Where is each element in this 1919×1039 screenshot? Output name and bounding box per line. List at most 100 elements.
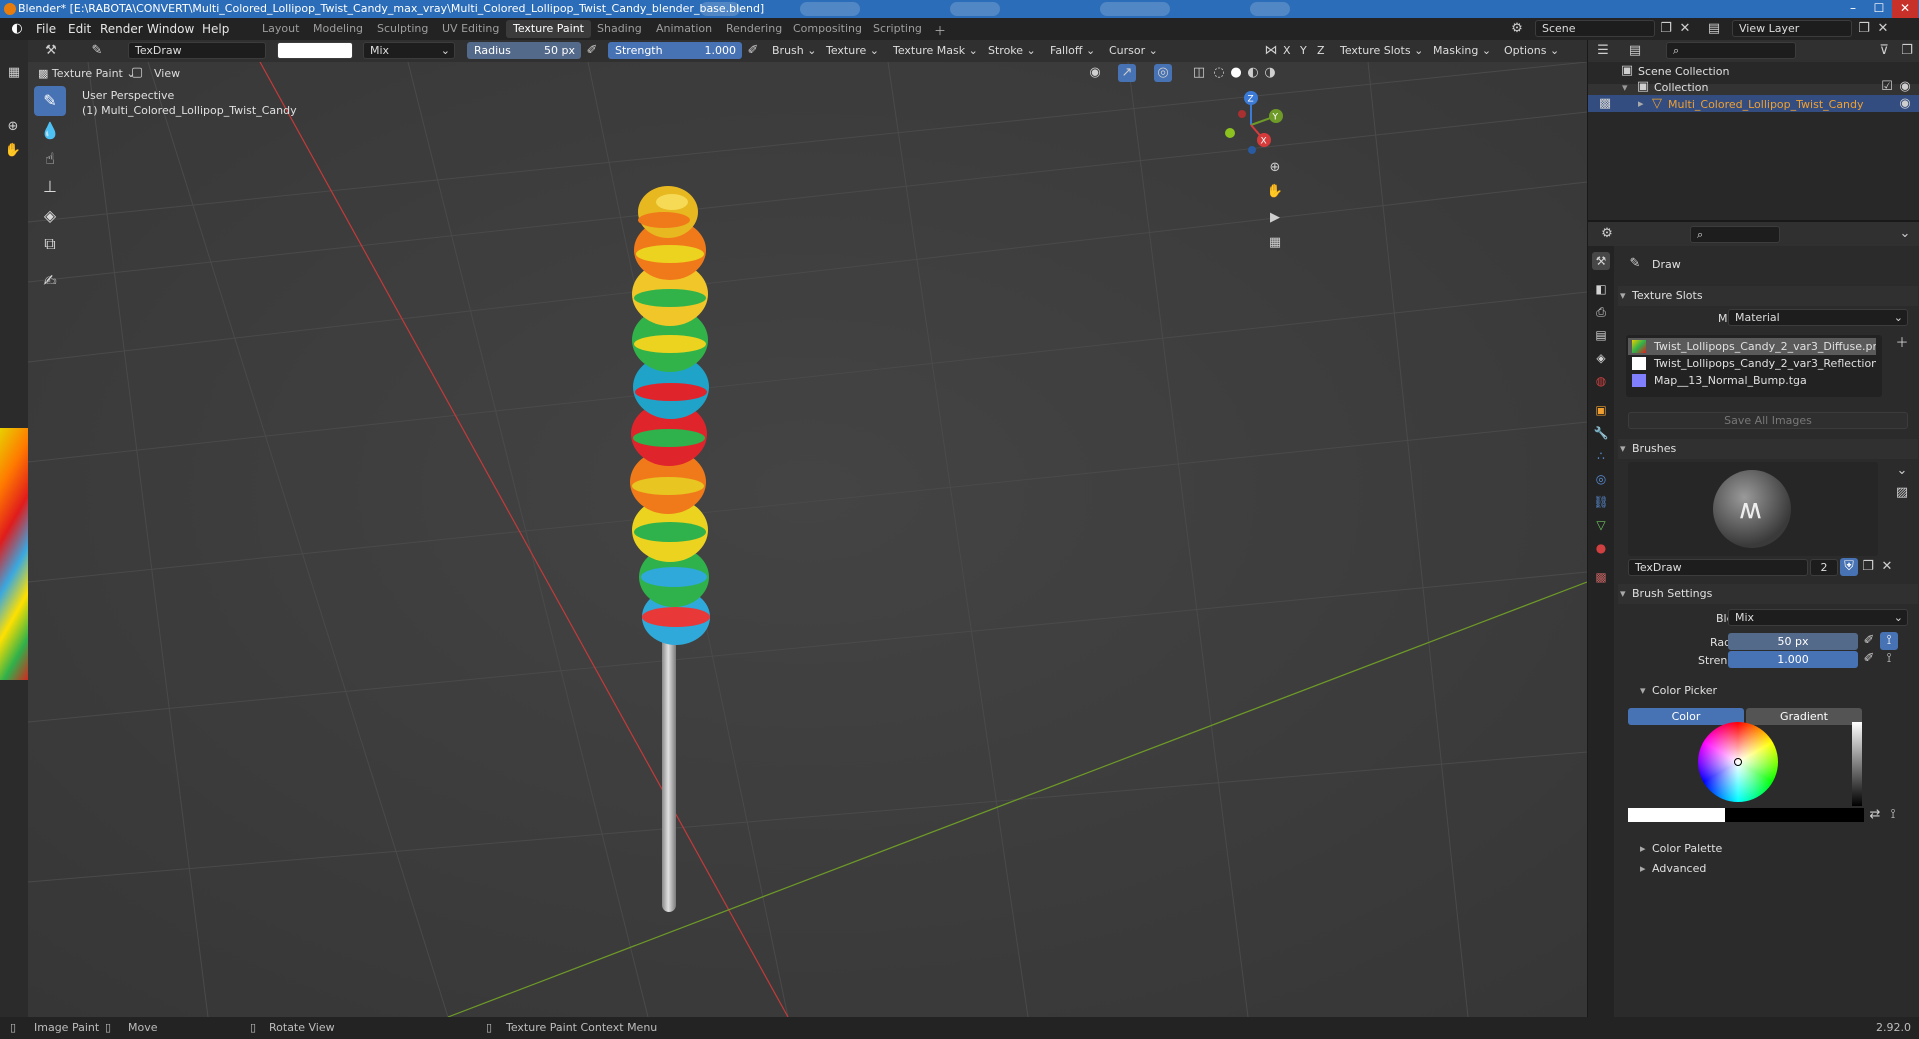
overlay-toggle-icon[interactable]: ◎ [1154, 64, 1172, 82]
brush-list-dropdown-icon[interactable]: ⌄ [1893, 462, 1911, 480]
mask-tool-icon[interactable]: ⧉ [34, 229, 66, 259]
menu-file[interactable]: File [36, 22, 56, 36]
particles-tab-icon[interactable]: ∴ [1592, 447, 1610, 465]
data-tab-icon[interactable]: ▽ [1592, 516, 1610, 534]
3d-viewport[interactable]: ▩ Texture Paint ⌄ ▢ View ◉ ↗ ◎ ◫ ◌ ● ◐ ◑… [28, 62, 1587, 1017]
output-tab-icon[interactable]: ⎙ [1592, 303, 1610, 321]
tab-modeling[interactable]: Modeling [306, 20, 370, 38]
delete-view-layer-icon[interactable]: ✕ [1874, 20, 1892, 38]
properties-editor-icon[interactable]: ⚙ [1598, 225, 1616, 243]
menu-help[interactable]: Help [202, 22, 229, 36]
xray-icon[interactable]: ◫ [1190, 64, 1208, 82]
brush-icon[interactable]: ✎ [88, 42, 106, 60]
tab-scripting[interactable]: Scripting [866, 20, 929, 38]
brush-settings-header[interactable]: Brush Settings [1618, 584, 1918, 604]
menu-render[interactable]: Render [100, 22, 143, 36]
pan-icon[interactable]: ✋ [4, 142, 22, 160]
physics-tab-icon[interactable]: ◎ [1592, 470, 1610, 488]
texture-slot-item[interactable]: Map__13_Normal_Bump.tga [1628, 372, 1876, 389]
material-shading-icon[interactable]: ◐ [1244, 64, 1262, 82]
tab-uv-editing[interactable]: UV Editing [435, 20, 506, 38]
mirror-z-toggle[interactable]: Z [1317, 42, 1325, 59]
brush-image-icon[interactable]: ▨ [1893, 484, 1911, 502]
smear-tool-icon[interactable]: ☝ [34, 144, 66, 174]
tab-compositing[interactable]: Compositing [786, 20, 869, 38]
draw-tool-icon[interactable]: ✎ [34, 86, 66, 116]
clone-tool-icon[interactable]: ⊥ [34, 172, 66, 202]
pressure-icon[interactable]: ✐ [583, 42, 601, 60]
advanced-expand-icon[interactable]: ▸ [1640, 862, 1646, 875]
modifier-tab-icon[interactable]: 🔧 [1592, 424, 1610, 442]
brush-name-field[interactable]: TexDraw [128, 42, 266, 59]
color-unit-icon[interactable]: ⟟ [1884, 806, 1902, 824]
texture-menu[interactable]: Texture ⌄ [826, 42, 879, 59]
color-palette-header[interactable]: Color Palette [1652, 842, 1722, 855]
scene-field[interactable]: Scene [1535, 20, 1655, 37]
tab-sculpting[interactable]: Sculpting [370, 20, 435, 38]
scene-collection-label[interactable]: Scene Collection [1638, 65, 1729, 78]
color-wheel-cursor[interactable] [1734, 758, 1742, 766]
object-tab-icon[interactable]: ▣ [1592, 401, 1610, 419]
mode-dropdown[interactable]: ▩ Texture Paint ⌄ [38, 65, 136, 82]
mirror-x-toggle[interactable]: X [1283, 42, 1291, 59]
color-swatch[interactable] [1628, 808, 1864, 822]
menu-window[interactable]: Window [147, 22, 194, 36]
collection-expand-icon[interactable]: ▾ [1622, 81, 1628, 94]
view-layer-tab-icon[interactable]: ▤ [1592, 326, 1610, 344]
maximize-button[interactable]: ☐ [1866, 0, 1892, 18]
unlink-brush-icon[interactable]: ✕ [1878, 558, 1896, 576]
color-picker-header[interactable]: Color Picker [1652, 684, 1717, 697]
display-mode-icon[interactable]: ▤ [1626, 42, 1644, 60]
strength-slider[interactable]: Strength 1.000 [608, 42, 742, 59]
radius-unit-icon[interactable]: ⟟ [1880, 632, 1898, 650]
fake-user-icon[interactable]: ⛨ [1840, 558, 1858, 576]
view-layer-field[interactable]: View Layer [1732, 20, 1852, 37]
properties-options-icon[interactable]: ⌄ [1896, 225, 1914, 243]
properties-search-input[interactable]: ⌕ [1690, 226, 1780, 243]
wireframe-shading-icon[interactable]: ◌ [1210, 64, 1228, 82]
object-label[interactable]: Multi_Colored_Lollipop_Twist_Candy [1668, 98, 1864, 111]
texture-slots-menu[interactable]: Texture Slots ⌄ [1340, 42, 1423, 59]
tab-texture-paint[interactable]: Texture Paint [506, 20, 591, 38]
texture-slot-item[interactable]: Twist_Lollipops_Candy_2_var3_Diffuse.png [1628, 338, 1876, 355]
zoom-view-icon[interactable]: ⊕ [1266, 159, 1284, 177]
brush-preview-area[interactable]: ʍ [1628, 462, 1878, 556]
collection-label[interactable]: Collection [1654, 81, 1708, 94]
swap-colors-icon[interactable]: ⇄ [1866, 806, 1884, 824]
value-slider[interactable] [1852, 722, 1862, 806]
options-menu[interactable]: Options ⌄ [1504, 42, 1559, 59]
color-palette-expand-icon[interactable]: ▸ [1640, 842, 1646, 855]
add-slot-icon[interactable]: ＋ [1893, 335, 1911, 353]
radius-slider[interactable]: Radius 50 px [467, 42, 581, 59]
texture-icon[interactable]: ▦ [5, 64, 23, 82]
delete-scene-icon[interactable]: ✕ [1676, 20, 1694, 38]
render-tab-icon[interactable]: ◧ [1592, 280, 1610, 298]
gradient-tab[interactable]: Gradient [1746, 708, 1862, 725]
collection-eye-icon[interactable]: ◉ [1896, 78, 1914, 96]
tool-tab-icon[interactable]: ⚒ [1592, 252, 1610, 270]
blend-mode-dropdown[interactable]: Mix ⌄ [363, 42, 455, 59]
save-all-images-button[interactable]: Save All Images [1628, 412, 1908, 429]
new-scene-icon[interactable]: ❐ [1657, 20, 1675, 38]
tab-rendering[interactable]: Rendering [719, 20, 789, 38]
brush-color-swatch[interactable] [277, 42, 353, 59]
new-collection-icon[interactable]: ❐ [1898, 42, 1916, 60]
menu-edit[interactable]: Edit [68, 22, 91, 36]
material-tab-icon[interactable]: ● [1592, 539, 1610, 557]
paint-mode-icon[interactable]: ⚒ [42, 42, 60, 60]
tab-shading[interactable]: Shading [590, 20, 649, 38]
object-eye-icon[interactable]: ◉ [1896, 95, 1914, 113]
view-layer-icon[interactable]: ▤ [1705, 20, 1723, 38]
solid-shading-icon[interactable]: ● [1227, 64, 1245, 82]
fill-tool-icon[interactable]: ◈ [34, 201, 66, 231]
scene-tab-icon[interactable]: ◈ [1592, 349, 1610, 367]
texture-slot-item[interactable]: Twist_Lollipops_Candy_2_var3_Reflection.… [1628, 355, 1876, 372]
annotate-tool-icon[interactable]: ✍ [34, 266, 66, 296]
duplicate-brush-icon[interactable]: ❐ [1859, 558, 1877, 576]
ortho-toggle-icon[interactable]: ▦ [1266, 234, 1284, 252]
radius-slider[interactable]: 50 px [1728, 633, 1858, 650]
falloff-menu[interactable]: Falloff ⌄ [1050, 42, 1095, 59]
tab-animation[interactable]: Animation [649, 20, 719, 38]
mirror-y-toggle[interactable]: Y [1300, 42, 1307, 59]
gizmo-toggle-icon[interactable]: ↗ [1118, 64, 1136, 82]
